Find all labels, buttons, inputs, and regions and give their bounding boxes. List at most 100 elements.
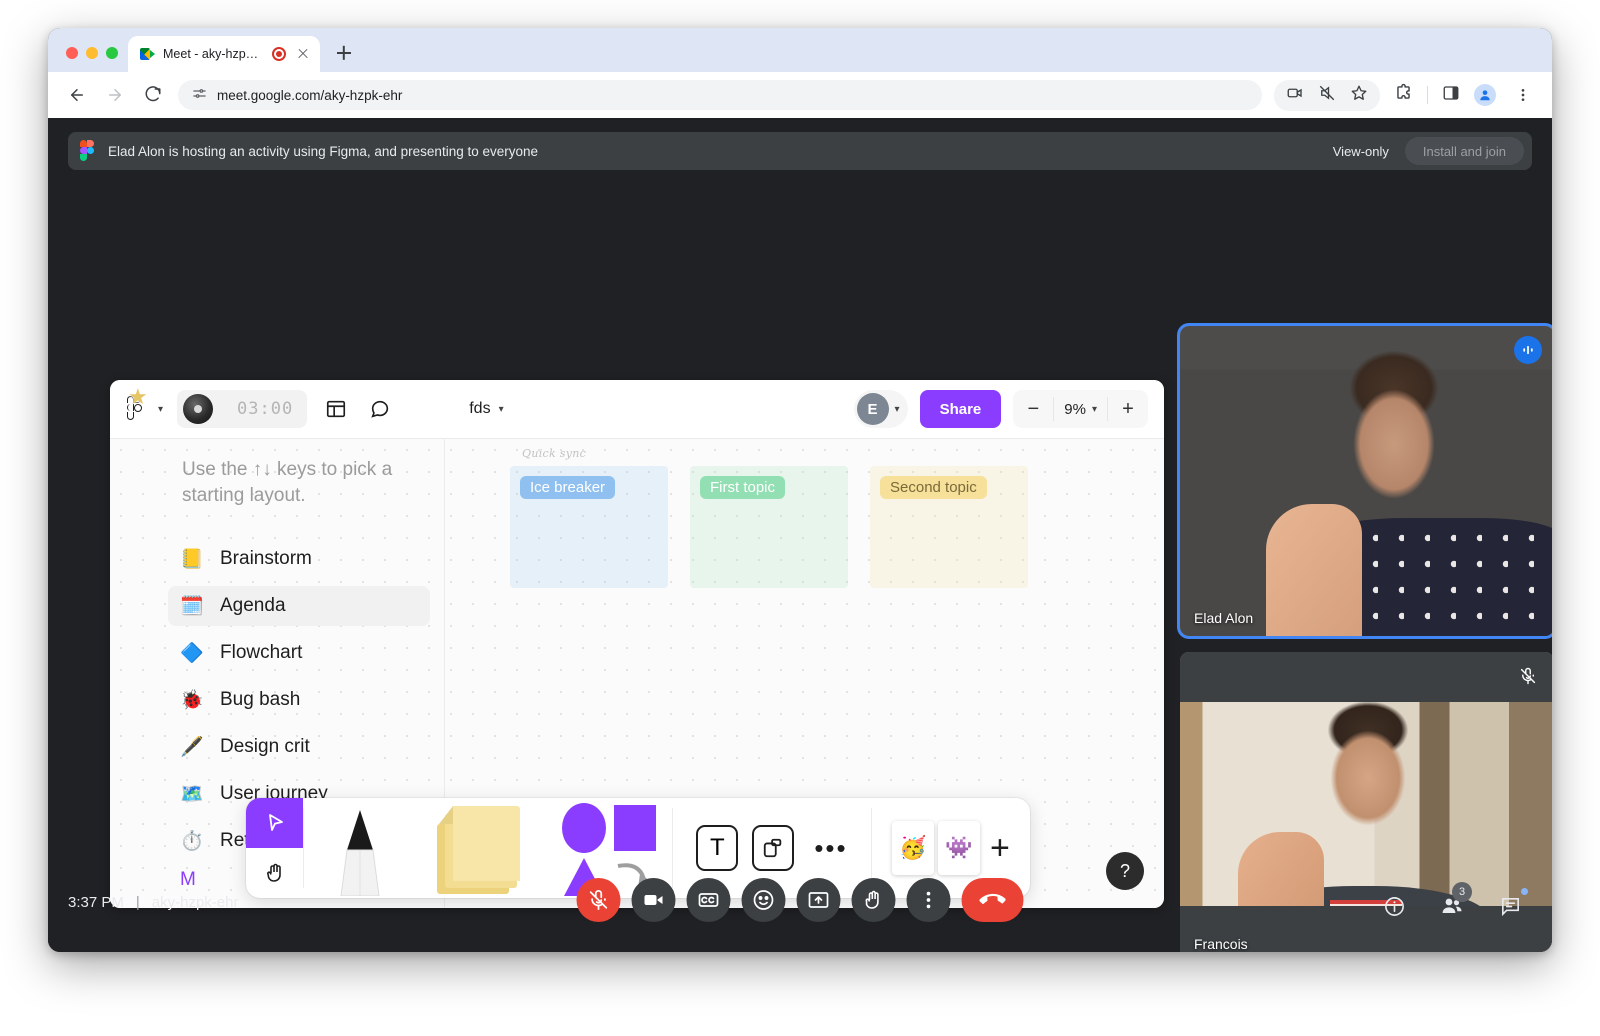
comment-bubble-icon[interactable]: [365, 394, 395, 424]
browser-tab[interactable]: Meet - aky-hzpk-ehr: [128, 36, 320, 72]
emoji-reactions-button[interactable]: [741, 878, 786, 922]
board-column-first-topic[interactable]: First topic: [690, 466, 848, 588]
more-options-button[interactable]: [906, 878, 951, 922]
layout-panel-icon[interactable]: [321, 394, 351, 424]
google-meet-app: Elad Alon is hosting an activity using F…: [48, 118, 1552, 952]
layout-item-flowchart[interactable]: 🔷 Flowchart: [168, 633, 430, 673]
view-only-label: View-only: [1332, 143, 1389, 159]
browser-tab-strip: Meet - aky-hzpk-ehr: [48, 28, 1552, 72]
chevron-down-icon[interactable]: ▾: [895, 404, 900, 415]
figma-embed-panel: ▾ ★ 03:00 fds ▾ E ▾ Share − 9% ▾ + Use t…: [110, 380, 1164, 908]
reload-icon[interactable]: [140, 82, 166, 108]
flowchart-icon: 🔷: [180, 643, 204, 664]
meeting-info: 3:37 PM | aky-hzpk-ehr: [68, 894, 238, 911]
add-sticker-button[interactable]: +: [990, 829, 1010, 868]
timer-value: 03:00: [237, 399, 294, 419]
zoom-out-button[interactable]: −: [1013, 390, 1053, 428]
camera-button[interactable]: [631, 878, 676, 922]
zoom-level[interactable]: 9% ▾: [1053, 397, 1108, 421]
board-column-label: Second topic: [880, 476, 987, 499]
divider: [1427, 86, 1428, 104]
chat-bubble-icon[interactable]: [1488, 884, 1532, 928]
camera-icon[interactable]: [1286, 84, 1304, 107]
bug-icon: 🐞: [180, 690, 204, 711]
extensions-puzzle-icon[interactable]: [1394, 83, 1413, 107]
url-text: meet.google.com/aky-hzpk-ehr: [217, 87, 403, 103]
figma-file-name[interactable]: fds ▾: [469, 400, 503, 418]
mic-muted-icon: [1514, 662, 1542, 690]
profile-avatar-icon[interactable]: [1474, 84, 1496, 106]
layout-item-design-crit[interactable]: 🖋️ Design crit: [168, 727, 430, 767]
zoom-controls: − 9% ▾ +: [1013, 390, 1148, 428]
video-tile-elad-alon[interactable]: Elad Alon: [1180, 326, 1552, 636]
board-title: Quick sync: [522, 447, 587, 460]
people-icon[interactable]: 3: [1430, 882, 1474, 928]
captions-button[interactable]: [686, 878, 731, 922]
google-meet-favicon-icon: [140, 48, 155, 60]
meet-call-controls: [576, 878, 1024, 922]
chat-unread-dot: [1521, 888, 1528, 895]
microphone-muted-button[interactable]: [576, 878, 621, 922]
timer-chip[interactable]: ★ 03:00: [128, 384, 308, 428]
close-icon[interactable]: [294, 45, 312, 63]
chevron-down-icon[interactable]: ▾: [499, 404, 504, 415]
divider: |: [135, 894, 140, 911]
figma-logo-icon: [80, 140, 96, 162]
participant-count-badge: 3: [1452, 882, 1472, 902]
browser-menu-icon[interactable]: [1510, 82, 1536, 108]
activity-banner-text: Elad Alon is hosting an activity using F…: [108, 143, 539, 159]
meet-status-icons: 3: [1372, 882, 1532, 928]
tune-icon[interactable]: [192, 86, 207, 104]
board-column-ice-breaker[interactable]: Ice breaker: [510, 466, 668, 588]
layout-hint-text: Use the ↑↓ keys to pick a starting layou…: [182, 459, 393, 506]
info-circle-icon[interactable]: [1372, 884, 1416, 928]
zoom-in-button[interactable]: +: [1108, 390, 1148, 428]
maximize-window-button[interactable]: [106, 47, 118, 59]
meet-bottom-bar: 3:37 PM | aky-hzpk-ehr 3: [48, 864, 1552, 952]
file-name-text: fds: [469, 400, 491, 417]
figma-toolbar-right: E ▾ Share − 9% ▾ +: [853, 390, 1148, 428]
browser-tab-title: Meet - aky-hzpk-ehr: [163, 47, 264, 61]
record-dot-icon[interactable]: [272, 47, 286, 61]
figma-avatar-group[interactable]: E ▾: [853, 390, 908, 428]
figma-toolbar: ▾ ★ 03:00 fds ▾ E ▾ Share − 9% ▾ +: [110, 380, 1164, 438]
board-column-second-topic[interactable]: Second topic: [870, 466, 1028, 588]
notebook-icon: 📒: [180, 549, 204, 570]
url-input[interactable]: meet.google.com/aky-hzpk-ehr: [178, 80, 1262, 110]
present-screen-button[interactable]: [796, 878, 841, 922]
forward-arrow-icon[interactable]: [102, 82, 128, 108]
participant-name: Elad Alon: [1194, 610, 1254, 626]
share-button[interactable]: Share: [919, 390, 1002, 428]
layout-item-label: Design crit: [220, 736, 310, 757]
side-panel-icon[interactable]: [1442, 84, 1460, 107]
zoom-level-value: 9%: [1064, 400, 1086, 418]
calendar-icon: 🗓️: [180, 596, 204, 617]
browser-window: Meet - aky-hzpk-ehr meet.google.com/aky-…: [48, 28, 1552, 952]
map-icon: 🗺️: [180, 784, 204, 805]
layout-item-label: Agenda: [220, 595, 286, 616]
minimize-window-button[interactable]: [86, 47, 98, 59]
close-window-button[interactable]: [66, 47, 78, 59]
layout-item-label: Brainstorm: [220, 548, 312, 569]
figma-canvas[interactable]: Use the ↑↓ keys to pick a starting layou…: [110, 438, 1164, 908]
layout-item-agenda[interactable]: 🗓️ Agenda: [168, 586, 430, 626]
chevron-down-icon[interactable]: ▾: [158, 404, 163, 415]
omnibox-actions: [1274, 79, 1536, 111]
bookmark-star-icon[interactable]: [1350, 84, 1368, 107]
star-icon: ★: [128, 384, 148, 409]
cursor-arrow-icon[interactable]: [246, 798, 304, 848]
sound-muted-icon[interactable]: [1318, 84, 1336, 107]
layout-item-bug-bash[interactable]: 🐞 Bug bash: [168, 680, 430, 720]
back-arrow-icon[interactable]: [64, 82, 90, 108]
install-and-join-button[interactable]: Install and join: [1404, 137, 1524, 165]
browser-omnibox-row: meet.google.com/aky-hzpk-ehr: [48, 72, 1552, 118]
more-tools-icon[interactable]: •••: [808, 833, 847, 864]
pen-icon: 🖋️: [180, 737, 204, 758]
raise-hand-button[interactable]: [851, 878, 896, 922]
layout-item-label: Bug bash: [220, 689, 301, 710]
leave-call-button[interactable]: [961, 878, 1024, 922]
current-time: 3:37 PM: [68, 894, 124, 911]
new-tab-icon[interactable]: [330, 39, 358, 67]
layout-item-brainstorm[interactable]: 📒 Brainstorm: [168, 539, 430, 579]
chevron-down-icon[interactable]: ▾: [1092, 404, 1097, 415]
